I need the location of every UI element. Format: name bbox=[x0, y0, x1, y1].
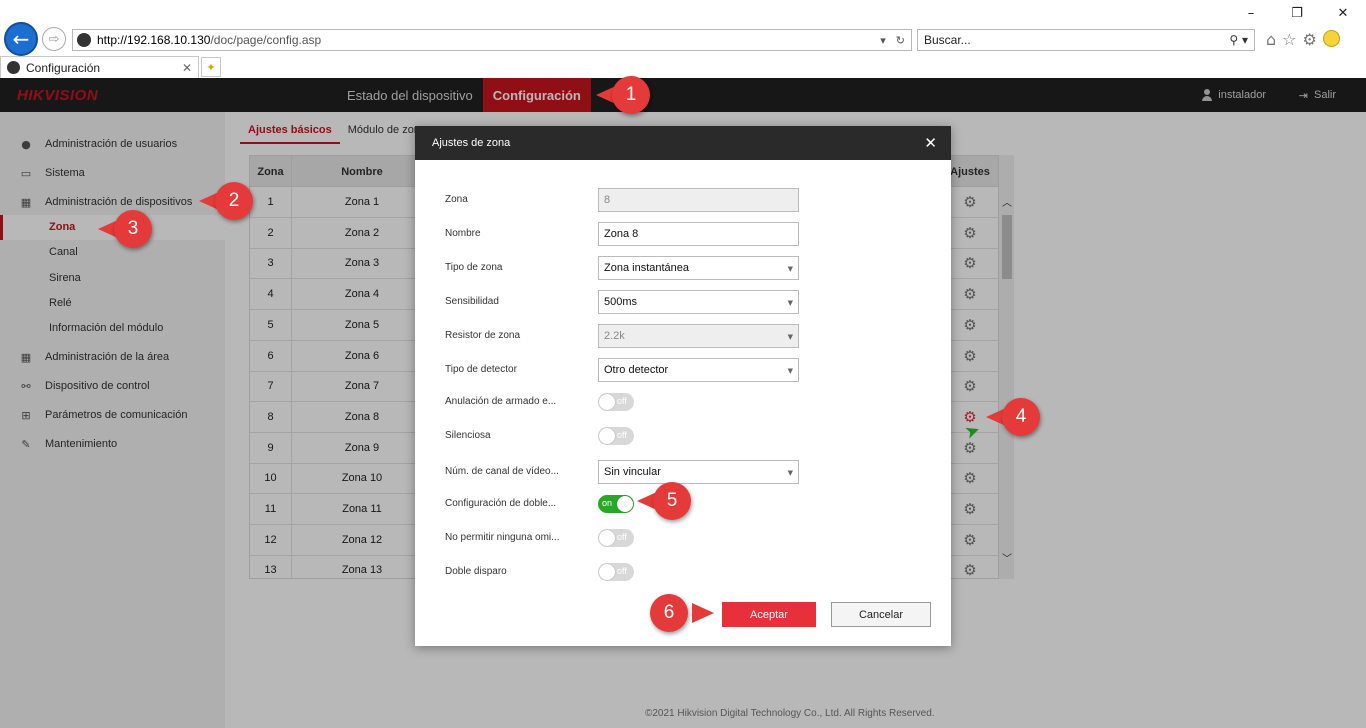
callout-number: 6 bbox=[650, 594, 688, 632]
tipo-zona-select[interactable]: Zona instantánea ▼ bbox=[598, 256, 799, 280]
callout-5: 5 bbox=[637, 482, 699, 520]
close-icon[interactable]: ✕ bbox=[924, 134, 937, 152]
smiley-icon[interactable] bbox=[1322, 30, 1340, 47]
select-value: 2.2k bbox=[604, 330, 625, 342]
field-label: No permitir ninguna omi... bbox=[445, 532, 560, 543]
field-sensibilidad: Sensibilidad 500ms ▼ bbox=[415, 290, 951, 316]
doble-disparo-toggle[interactable]: off bbox=[598, 563, 634, 581]
field-resistor: Resistor de zona 2.2k ▼ bbox=[415, 324, 951, 350]
canal-video-select[interactable]: Sin vincular ▼ bbox=[598, 460, 799, 484]
toggle-text: on bbox=[602, 498, 613, 508]
toggle-knob bbox=[617, 496, 633, 512]
select-value: Sin vincular bbox=[604, 466, 661, 478]
field-no-permitir: No permitir ninguna omi... off bbox=[415, 526, 951, 552]
zone-settings-dialog: Ajustes de zona ✕ Zona 8 Nombre Zona 8 T… bbox=[415, 126, 951, 646]
refresh-icon[interactable]: ↻ bbox=[896, 34, 905, 47]
dialog-title: Ajustes de zona bbox=[432, 137, 511, 149]
tab-close-icon[interactable]: ✕ bbox=[182, 61, 198, 75]
window-controls: – ❐ ✕ bbox=[1228, 0, 1366, 26]
dropdown-icon[interactable]: ▾ bbox=[880, 34, 886, 47]
star-icon[interactable]: ☆ bbox=[1282, 30, 1296, 49]
callout-2: 2 bbox=[199, 182, 259, 220]
toggle-text: off bbox=[617, 430, 627, 440]
browser-chrome: – ❐ ✕ ← ⇨ http://192.168.10.130/doc/page… bbox=[0, 0, 1366, 78]
search-placeholder: Buscar... bbox=[924, 33, 971, 47]
tab-favicon-icon bbox=[7, 61, 20, 74]
field-label: Tipo de zona bbox=[445, 262, 503, 273]
callout-number: 4 bbox=[1002, 398, 1040, 436]
minimize-icon[interactable]: – bbox=[1228, 0, 1274, 26]
search-icon[interactable]: ⚲ ▾ bbox=[1229, 33, 1254, 47]
new-tab-icon[interactable]: ✦ bbox=[201, 57, 221, 77]
callout-number: 3 bbox=[114, 210, 152, 248]
chevron-down-icon: ▼ bbox=[787, 469, 793, 477]
field-label: Configuración de doble... bbox=[445, 498, 557, 509]
callout-number: 1 bbox=[612, 76, 650, 114]
restore-icon[interactable]: ❐ bbox=[1274, 0, 1320, 26]
select-value: Otro detector bbox=[604, 364, 669, 376]
close-window-icon[interactable]: ✕ bbox=[1320, 0, 1366, 26]
field-label: Tipo de detector bbox=[445, 364, 517, 375]
chevron-down-icon: ▼ bbox=[787, 299, 793, 307]
field-nombre: Nombre Zona 8 bbox=[415, 222, 951, 248]
url-host: http://192.168.10.130 bbox=[97, 33, 211, 47]
field-label: Silenciosa bbox=[445, 430, 491, 441]
callout-number: 5 bbox=[653, 482, 691, 520]
field-anulacion: Anulación de armado e... off bbox=[415, 390, 951, 416]
accept-button[interactable]: Aceptar bbox=[722, 602, 816, 627]
gear-icon[interactable]: ⚙ bbox=[1303, 30, 1317, 49]
field-tipo-detector: Tipo de detector Otro detector ▼ bbox=[415, 358, 951, 384]
home-icon[interactable]: ⌂ bbox=[1266, 30, 1276, 49]
toggle-knob bbox=[599, 428, 615, 444]
toggle-knob bbox=[599, 564, 615, 580]
silenciosa-toggle[interactable]: off bbox=[598, 427, 634, 445]
field-label: Doble disparo bbox=[445, 566, 507, 577]
toggle-text: off bbox=[617, 566, 627, 576]
dialog-header: Ajustes de zona ✕ bbox=[415, 126, 951, 160]
cancel-button[interactable]: Cancelar bbox=[831, 602, 931, 627]
select-value: 500ms bbox=[604, 296, 638, 308]
tab-title: Configuración bbox=[26, 60, 101, 75]
config-doble-toggle[interactable]: on bbox=[598, 495, 634, 513]
callout-4: 4 bbox=[986, 398, 1048, 436]
browser-toolbar: ⌂ ☆ ⚙ bbox=[1266, 30, 1340, 49]
sensibilidad-select[interactable]: 500ms ▼ bbox=[598, 290, 799, 314]
chevron-down-icon: ▼ bbox=[787, 265, 793, 273]
callout-6: 6 bbox=[650, 594, 714, 632]
toggle-knob bbox=[599, 530, 615, 546]
field-label: Nombre bbox=[445, 228, 481, 239]
forward-arrow-icon[interactable]: ⇨ bbox=[42, 27, 66, 51]
field-label: Núm. de canal de vídeo... bbox=[445, 466, 559, 477]
toggle-text: off bbox=[617, 532, 627, 542]
chevron-down-icon: ▼ bbox=[787, 333, 793, 341]
address-bar[interactable]: http://192.168.10.130/doc/page/config.as… bbox=[72, 29, 912, 51]
browser-tab[interactable]: Configuración ✕ bbox=[0, 56, 199, 78]
field-zona: Zona 8 bbox=[415, 188, 951, 214]
zona-input: 8 bbox=[598, 188, 799, 212]
field-label: Anulación de armado e... bbox=[445, 396, 557, 407]
resistor-select: 2.2k ▼ bbox=[598, 324, 799, 348]
field-doble-disparo: Doble disparo off bbox=[415, 560, 951, 586]
nombre-input[interactable]: Zona 8 bbox=[598, 222, 799, 246]
field-silenciosa: Silenciosa off bbox=[415, 424, 951, 450]
callout-1: 1 bbox=[596, 76, 656, 114]
site-icon bbox=[77, 33, 91, 47]
toggle-text: off bbox=[617, 396, 627, 406]
field-label: Sensibilidad bbox=[445, 296, 499, 307]
field-label: Resistor de zona bbox=[445, 330, 521, 341]
back-arrow-icon[interactable]: ← bbox=[4, 22, 38, 56]
field-tipo-zona: Tipo de zona Zona instantánea ▼ bbox=[415, 256, 951, 282]
callout-3: 3 bbox=[98, 210, 158, 248]
url-path: /doc/page/config.asp bbox=[210, 33, 322, 47]
field-label: Zona bbox=[445, 194, 468, 205]
chevron-down-icon: ▼ bbox=[787, 367, 793, 375]
tipo-detector-select[interactable]: Otro detector ▼ bbox=[598, 358, 799, 382]
anulacion-toggle[interactable]: off bbox=[598, 393, 634, 411]
browser-search-input[interactable]: Buscar... ⚲ ▾ bbox=[917, 29, 1255, 51]
select-value: Zona instantánea bbox=[604, 262, 690, 274]
toggle-knob bbox=[599, 394, 615, 410]
callout-number: 2 bbox=[215, 182, 253, 220]
no-permitir-toggle[interactable]: off bbox=[598, 529, 634, 547]
